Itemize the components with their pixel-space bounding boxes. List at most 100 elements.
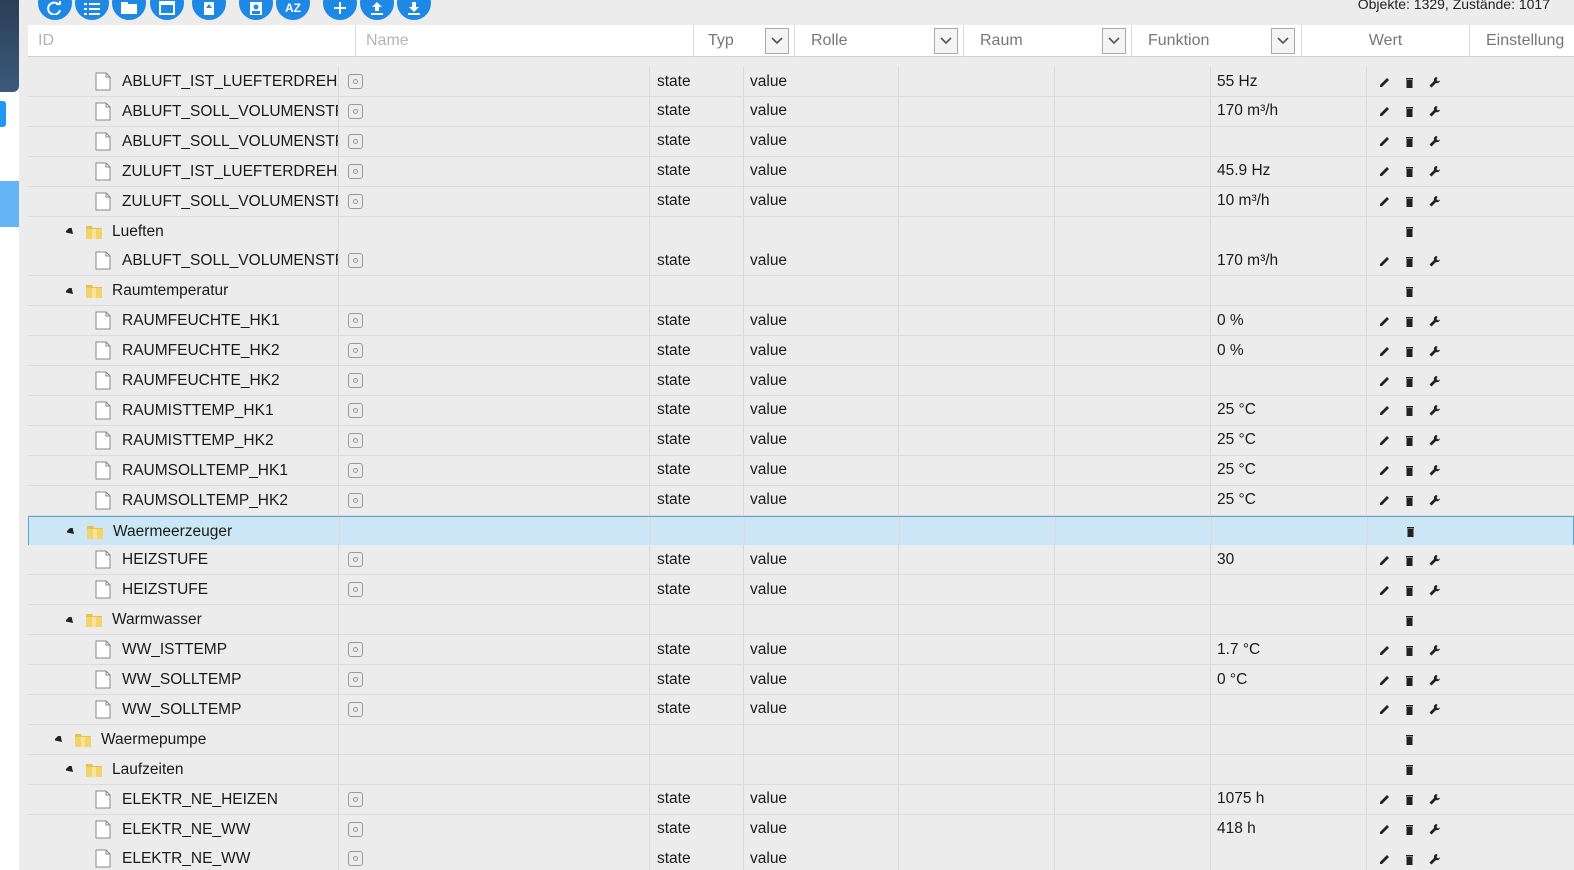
- state-indicator-icon[interactable]: [348, 462, 363, 478]
- edit-icon[interactable]: [1373, 131, 1395, 153]
- delete-icon[interactable]: [1398, 699, 1420, 721]
- left-strip-active-tab[interactable]: [0, 181, 19, 227]
- state-row[interactable]: ABLUFT_SOLL_VOLUMENSTROM statevalue: [28, 126, 1574, 157]
- download-button[interactable]: [397, 0, 431, 20]
- list-view-button[interactable]: [75, 0, 109, 20]
- expand-toggle-icon[interactable]: [65, 765, 75, 775]
- state-row[interactable]: ABLUFT_SOLL_VOLUMENSTROM statevalue 170 m³…: [28, 246, 1574, 277]
- state-row[interactable]: ABLUFT_SOLL_VOLUMENSTROM statevalue 170 m³…: [28, 96, 1574, 127]
- state-indicator-icon[interactable]: [348, 74, 363, 89]
- folder-row[interactable]: Lueften: [28, 216, 1574, 247]
- delete-icon[interactable]: [1398, 340, 1420, 362]
- state-indicator-icon[interactable]: [348, 313, 363, 329]
- state-row[interactable]: ZULUFT_SOLL_VOLUMENSTROM statevalue 10 m³/…: [28, 186, 1574, 217]
- edit-icon[interactable]: [1373, 848, 1395, 870]
- edit-icon[interactable]: [1373, 370, 1395, 392]
- settings-wrench-icon[interactable]: [1423, 131, 1445, 153]
- state-row[interactable]: RAUMISTTEMP_HK2 state value 25 °C: [28, 425, 1574, 456]
- delete-icon[interactable]: [1398, 400, 1420, 422]
- state-indicator-icon[interactable]: [348, 373, 363, 388]
- folder-row[interactable]: Laufzeiten: [28, 754, 1574, 785]
- state-row[interactable]: ELEKTR_NE_WW state value: [28, 844, 1574, 870]
- state-row[interactable]: ELEKTR_NE_HEIZEN state value 1075 h: [28, 784, 1574, 815]
- state-row[interactable]: HEIZSTUFE state value: [28, 575, 1574, 606]
- settings-wrench-icon[interactable]: [1423, 819, 1445, 841]
- state-indicator-icon[interactable]: [348, 133, 363, 149]
- state-indicator-icon[interactable]: [348, 343, 363, 359]
- state-indicator-icon[interactable]: [348, 851, 363, 867]
- edit-icon[interactable]: [1373, 430, 1395, 452]
- edit-icon[interactable]: [1373, 639, 1395, 661]
- delete-icon[interactable]: [1398, 131, 1420, 153]
- delete-icon[interactable]: [1398, 669, 1420, 691]
- state-indicator-icon[interactable]: [348, 791, 363, 807]
- settings-wrench-icon[interactable]: [1423, 699, 1445, 721]
- settings-wrench-icon[interactable]: [1423, 639, 1445, 661]
- delete-icon[interactable]: [1398, 310, 1420, 332]
- edit-icon[interactable]: [1373, 549, 1395, 571]
- refresh-button[interactable]: [38, 0, 72, 20]
- delete-icon[interactable]: [1398, 579, 1420, 601]
- settings-wrench-icon[interactable]: [1423, 579, 1445, 601]
- state-indicator-icon[interactable]: [348, 492, 363, 508]
- settings-wrench-icon[interactable]: [1423, 400, 1445, 422]
- raum-dropdown-button[interactable]: [1102, 28, 1126, 54]
- folder-row[interactable]: Warmwasser: [28, 605, 1574, 636]
- expand-toggle-icon[interactable]: [65, 286, 75, 296]
- settings-wrench-icon[interactable]: [1423, 310, 1445, 332]
- state-indicator-icon[interactable]: [348, 582, 363, 598]
- state-row[interactable]: RAUMSOLLTEMP_HK2 state value 25 °C: [28, 485, 1574, 516]
- delete-icon[interactable]: [1398, 549, 1420, 571]
- settings-wrench-icon[interactable]: [1423, 191, 1445, 213]
- state-row[interactable]: RAUMFEUCHTE_HK2 state value: [28, 366, 1574, 396]
- settings-wrench-icon[interactable]: [1423, 370, 1445, 392]
- settings-wrench-icon[interactable]: [1423, 71, 1445, 93]
- delete-icon[interactable]: [1398, 161, 1420, 183]
- delete-icon[interactable]: [1398, 639, 1420, 661]
- folder-row[interactable]: Waermepumpe: [28, 724, 1574, 755]
- typ-dropdown-button[interactable]: [765, 28, 789, 54]
- settings-wrench-icon[interactable]: [1423, 848, 1445, 870]
- delete-icon[interactable]: [1398, 490, 1420, 512]
- state-row[interactable]: WW_SOLLTEMP state value 0 °C: [28, 665, 1574, 695]
- edit-icon[interactable]: [1373, 819, 1395, 841]
- settings-wrench-icon[interactable]: [1423, 460, 1445, 482]
- state-row[interactable]: WW_ISTTEMP state value 1.7 °C: [28, 635, 1574, 666]
- state-row[interactable]: RAUMFEUCHTE_HK1 state value 0 %: [28, 306, 1574, 337]
- state-row[interactable]: ABLUFT_IST_LUEFTERDREHZAHL statevalue 55 H…: [28, 67, 1574, 97]
- delete-icon[interactable]: [1398, 759, 1420, 781]
- delete-icon[interactable]: [1398, 71, 1420, 93]
- edit-icon[interactable]: [1373, 101, 1395, 123]
- delete-icon[interactable]: [1399, 521, 1421, 543]
- sort-az-button[interactable]: AZ: [276, 0, 310, 20]
- folder-row[interactable]: Raumtemperatur: [28, 276, 1574, 307]
- expand-toggle-icon[interactable]: [65, 615, 75, 625]
- edit-icon[interactable]: [1373, 400, 1395, 422]
- state-indicator-icon[interactable]: [348, 672, 363, 687]
- edit-icon[interactable]: [1373, 669, 1395, 691]
- expand-toggle-icon[interactable]: [65, 227, 75, 237]
- delete-icon[interactable]: [1398, 819, 1420, 841]
- edit-icon[interactable]: [1373, 191, 1395, 213]
- edit-icon[interactable]: [1373, 340, 1395, 362]
- settings-wrench-icon[interactable]: [1423, 430, 1445, 452]
- delete-icon[interactable]: [1398, 250, 1420, 272]
- rolle-dropdown-button[interactable]: [934, 28, 958, 54]
- delete-icon[interactable]: [1398, 729, 1420, 751]
- delete-icon[interactable]: [1398, 221, 1420, 243]
- state-row[interactable]: RAUMFEUCHTE_HK2 state value 0 %: [28, 336, 1574, 367]
- delete-icon[interactable]: [1398, 370, 1420, 392]
- delete-icon[interactable]: [1398, 848, 1420, 870]
- upload-file-button[interactable]: [192, 0, 226, 20]
- folder-row[interactable]: Waermeerzeuger: [28, 515, 1574, 546]
- edit-icon[interactable]: [1373, 490, 1395, 512]
- delete-icon[interactable]: [1398, 101, 1420, 123]
- state-indicator-icon[interactable]: [348, 642, 363, 658]
- state-row[interactable]: RAUMISTTEMP_HK1 state value 25 °C: [28, 395, 1574, 426]
- settings-wrench-icon[interactable]: [1423, 101, 1445, 123]
- delete-icon[interactable]: [1398, 460, 1420, 482]
- settings-wrench-icon[interactable]: [1423, 789, 1445, 811]
- delete-icon[interactable]: [1398, 430, 1420, 452]
- state-indicator-icon[interactable]: [348, 103, 363, 119]
- state-indicator-icon[interactable]: [348, 253, 363, 269]
